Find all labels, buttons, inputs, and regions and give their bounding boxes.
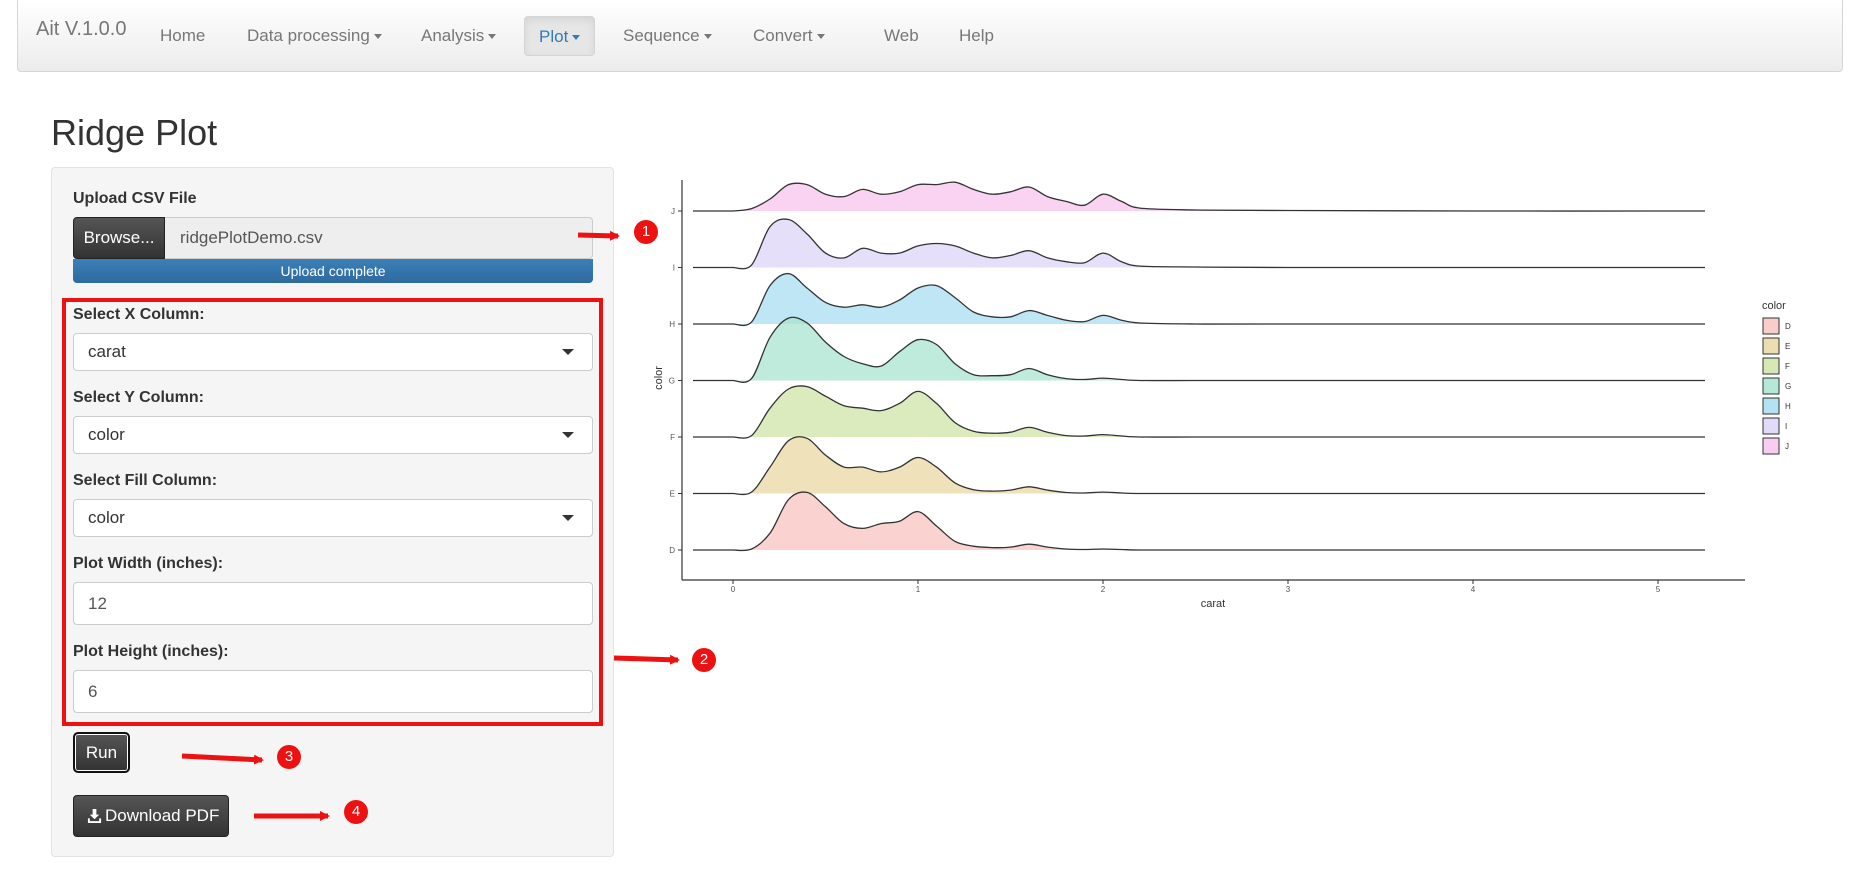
arrow-3 xyxy=(181,753,264,765)
ridge-area-F xyxy=(733,385,1705,439)
legend-swatch-J xyxy=(1762,437,1780,455)
x-tick-label: 2 xyxy=(1101,585,1106,594)
legend-label-E: E xyxy=(1785,342,1790,351)
legend-swatch-F xyxy=(1762,357,1780,375)
y-tick-label: G xyxy=(669,377,675,386)
ridge-area-J xyxy=(733,182,1705,212)
ridge-plot-chart: 0 1 2 3 4 5 D E F G H I J carat color color D E F G H I J xyxy=(653,180,1791,610)
legend-label-H: H xyxy=(1785,402,1791,411)
legend-label-I: I xyxy=(1785,422,1787,431)
legend-label-D: D xyxy=(1785,322,1791,331)
annotation-badge-4: 4 xyxy=(344,800,368,824)
ridge-area-H xyxy=(733,273,1705,326)
x-tick-label: 4 xyxy=(1471,585,1476,594)
legend-label-G: G xyxy=(1785,382,1791,391)
y-tick-label: F xyxy=(670,433,675,442)
legend-label-F: F xyxy=(1785,362,1790,371)
annotation-badge-2: 2 xyxy=(692,648,716,672)
legend-swatch-I xyxy=(1762,417,1780,435)
y-tick-label: E xyxy=(670,490,675,499)
x-tick-label: 5 xyxy=(1656,585,1661,594)
legend-title: color xyxy=(1762,300,1786,312)
y-axis-title: color xyxy=(653,366,665,390)
x-axis-title: carat xyxy=(1201,598,1225,610)
legend-swatch-E xyxy=(1762,337,1780,355)
ridge-area-D xyxy=(733,492,1705,551)
y-tick-label: I xyxy=(673,264,675,273)
x-tick-label: 3 xyxy=(1286,585,1291,594)
ridge-area-E xyxy=(733,436,1705,495)
legend-swatch-D xyxy=(1762,317,1780,335)
arrow-2 xyxy=(613,654,680,665)
legend-label-J: J xyxy=(1785,442,1789,451)
y-tick-label: J xyxy=(671,207,675,216)
y-tick-label: D xyxy=(669,546,675,555)
x-tick-label: 1 xyxy=(916,585,921,594)
chart-legend: color D E F G H I J xyxy=(1762,300,1791,455)
ridge-area-G xyxy=(733,317,1705,383)
arrow-1 xyxy=(577,230,620,241)
legend-swatch-G xyxy=(1762,377,1780,395)
ridge-area-I xyxy=(733,219,1705,269)
annotation-badge-3: 3 xyxy=(277,745,301,769)
legend-swatch-H xyxy=(1762,397,1780,415)
x-tick-label: 0 xyxy=(731,585,736,594)
y-tick-label: H xyxy=(669,320,675,329)
